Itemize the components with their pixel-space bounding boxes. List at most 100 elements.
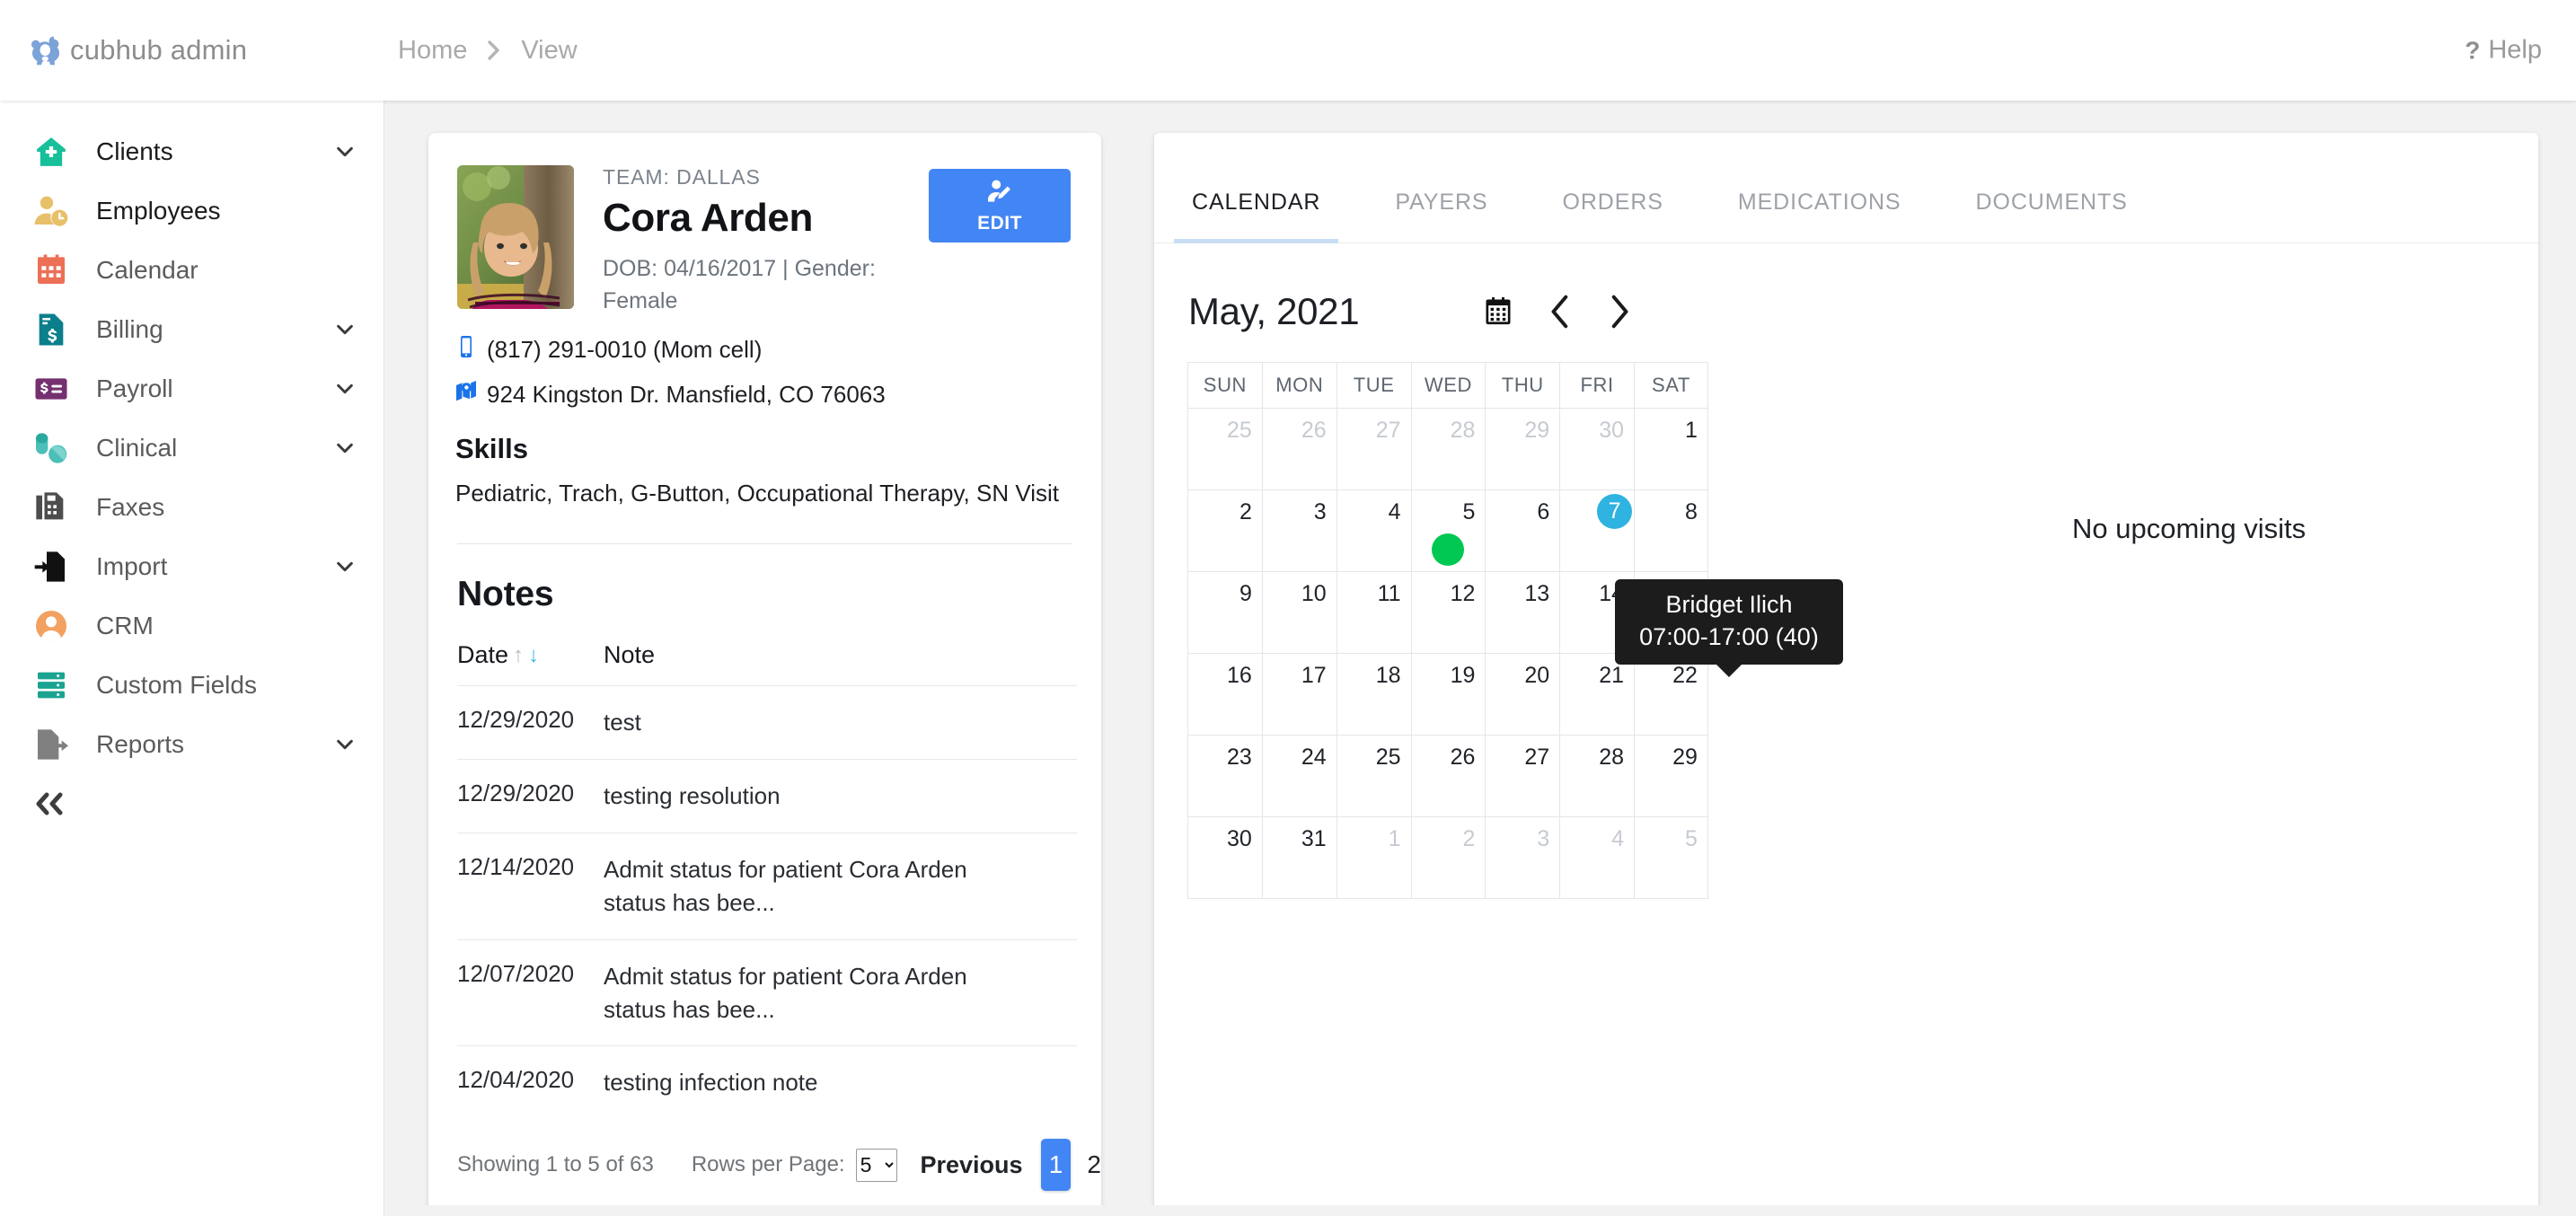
day-cell[interactable]: 26 (1261, 409, 1337, 490)
day-cell[interactable]: 5 (1634, 817, 1708, 899)
breadcrumb-home[interactable]: Home (398, 36, 467, 66)
day-cell[interactable]: 29 (1634, 736, 1708, 817)
sidebar-item-custom-fields[interactable]: Custom Fields (0, 656, 384, 715)
sort-arrow-down-icon[interactable]: ↓ (528, 644, 539, 666)
day-cell[interactable]: 26 (1410, 736, 1486, 817)
day-cell[interactable]: 30 (1187, 817, 1262, 899)
help-label: Help (2488, 35, 2542, 65)
day-cell[interactable]: 11 (1336, 572, 1411, 654)
chevron-down-icon[interactable] (335, 142, 355, 162)
invoice-dollar-icon (31, 309, 72, 350)
day-cell[interactable]: 28 (1410, 409, 1486, 490)
day-cell[interactable]: 22 (1634, 654, 1708, 736)
day-cell[interactable]: 2 (1410, 817, 1486, 899)
calendar-week: 25 26 27 28 29 30 1 (1187, 409, 1708, 490)
day-number: 31 (1301, 826, 1327, 851)
day-cell-today[interactable]: 7 (1559, 490, 1635, 572)
day-cell[interactable]: 12 (1410, 572, 1486, 654)
day-number: 11 (1377, 581, 1401, 606)
horizontal-scrollbar[interactable] (384, 1205, 2576, 1216)
sidebar-item-clients[interactable]: Clients (0, 122, 384, 181)
calendar-event-dot[interactable] (1432, 533, 1465, 566)
day-cell[interactable]: 29 (1485, 409, 1560, 490)
day-cell[interactable]: 18 (1336, 654, 1411, 736)
chevron-down-icon[interactable] (335, 379, 355, 399)
sidebar-item-calendar[interactable]: Calendar (0, 241, 384, 300)
brand[interactable]: cubhub admin (25, 29, 384, 72)
page-2-button[interactable]: 2 (1087, 1150, 1101, 1179)
day-cell[interactable]: 25 (1336, 736, 1411, 817)
chevron-down-icon[interactable] (335, 735, 355, 754)
day-number: 22 (1672, 663, 1698, 688)
breadcrumb-current[interactable]: View (521, 36, 577, 66)
sidebar-item-clinical[interactable]: Clinical (0, 419, 384, 478)
tab-orders[interactable]: ORDERS (1562, 189, 1663, 242)
day-cell[interactable]: 2 (1187, 490, 1262, 572)
sidebar-item-employees[interactable]: Employees (0, 181, 384, 241)
day-cell[interactable]: 1 (1634, 409, 1708, 490)
sidebar-collapse-button[interactable] (0, 774, 384, 837)
day-cell[interactable]: 23 (1187, 736, 1262, 817)
day-cell[interactable]: 5 (1410, 490, 1486, 572)
day-cell[interactable]: 4 (1336, 490, 1411, 572)
address-row: 924 Kingston Dr. Mansfield, CO 76063 (455, 380, 1071, 410)
day-cell[interactable]: 1 (1336, 817, 1411, 899)
tab-medications[interactable]: MEDICATIONS (1738, 189, 1901, 242)
sidebar-item-reports[interactable]: Reports (0, 715, 384, 774)
day-cell[interactable]: 24 (1261, 736, 1337, 817)
day-number: 1 (1685, 418, 1698, 443)
help-button[interactable]: ? Help (2465, 36, 2542, 66)
day-cell[interactable]: 16 (1187, 654, 1262, 736)
day-number: 21 (1599, 663, 1625, 688)
chevron-left-icon[interactable] (1547, 294, 1574, 330)
day-cell[interactable]: 4 (1559, 817, 1635, 899)
table-row[interactable]: 12/29/2020 testing resolution (457, 758, 1077, 833)
day-cell[interactable]: 27 (1336, 409, 1411, 490)
rows-per-page-select[interactable]: 5 (855, 1148, 897, 1182)
sidebar-item-crm[interactable]: CRM (0, 596, 384, 656)
sidebar-item-faxes[interactable]: Faxes (0, 478, 384, 537)
day-cell[interactable]: 25 (1187, 409, 1262, 490)
notes-column-date[interactable]: Date ↑ ↓ (457, 641, 604, 669)
table-row[interactable]: 12/14/2020 Admit status for patient Cora… (457, 832, 1077, 939)
table-row[interactable]: 12/29/2020 test (457, 685, 1077, 759)
calendar-picker-icon[interactable] (1482, 295, 1514, 328)
table-row[interactable]: 12/04/2020 testing infection note (457, 1045, 1077, 1119)
calendar-icon (31, 250, 72, 291)
contact-info: (817) 291-0010 (Mom cell) 924 Kingston D… (428, 317, 1101, 410)
day-cell[interactable]: 3 (1485, 817, 1560, 899)
day-cell[interactable]: 3 (1261, 490, 1337, 572)
day-cell[interactable]: 9 (1187, 572, 1262, 654)
sort-arrow-up-icon[interactable]: ↑ (513, 644, 524, 666)
chevron-right-icon[interactable] (1606, 294, 1633, 330)
day-cell[interactable]: 10 (1261, 572, 1337, 654)
day-cell[interactable]: 28 (1559, 736, 1635, 817)
sidebar-item-import[interactable]: Import (0, 537, 384, 596)
tab-documents[interactable]: DOCUMENTS (1976, 189, 2128, 242)
tab-payers[interactable]: PAYERS (1395, 189, 1487, 242)
notes-column-date-label: Date (457, 641, 509, 668)
day-cell[interactable]: 13 (1485, 572, 1560, 654)
day-cell[interactable]: 27 (1485, 736, 1560, 817)
day-number: 5 (1685, 826, 1698, 851)
chevron-down-icon[interactable] (335, 438, 355, 458)
day-cell[interactable]: 17 (1261, 654, 1337, 736)
day-cell[interactable]: 8 (1634, 490, 1708, 572)
day-cell[interactable]: 21 (1559, 654, 1635, 736)
day-cell[interactable]: 30 (1559, 409, 1635, 490)
day-cell[interactable]: 19 (1410, 654, 1486, 736)
chevron-down-icon[interactable] (335, 557, 355, 577)
previous-page-button[interactable]: Previous (921, 1151, 1023, 1179)
day-cell[interactable]: 20 (1485, 654, 1560, 736)
sidebar-item-billing[interactable]: Billing (0, 300, 384, 359)
notes-column-note[interactable]: Note (604, 641, 655, 669)
sidebar-item-payroll[interactable]: Payroll (0, 359, 384, 419)
tab-calendar[interactable]: CALENDAR (1173, 189, 1339, 243)
note-date: 12/29/2020 (457, 706, 575, 733)
day-cell[interactable]: 6 (1485, 490, 1560, 572)
day-cell[interactable]: 31 (1261, 817, 1337, 899)
chevron-down-icon[interactable] (335, 320, 355, 339)
table-row[interactable]: 12/07/2020 Admit status for patient Cora… (457, 938, 1077, 1046)
edit-button[interactable]: EDIT (929, 169, 1071, 242)
page-1-button[interactable]: 1 (1040, 1139, 1072, 1192)
